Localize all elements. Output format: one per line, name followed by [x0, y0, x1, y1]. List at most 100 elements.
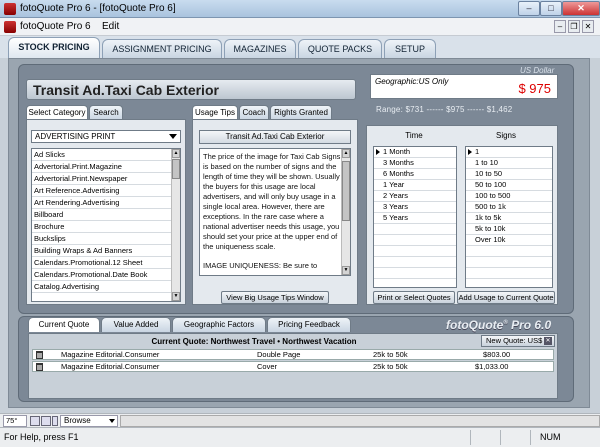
signs-option[interactable]: 10 to 50: [466, 169, 552, 180]
two-page-icon[interactable]: [41, 416, 51, 426]
tab-assignment-pricing[interactable]: ASSIGNMENT PRICING: [102, 39, 222, 58]
table-row[interactable]: Magazine Editorial.Consumer Double Page …: [32, 349, 554, 360]
time-option[interactable]: 5 Years: [374, 213, 456, 224]
trash-icon[interactable]: [36, 351, 43, 359]
table-row[interactable]: Magazine Editorial.Consumer Cover 25k to…: [32, 361, 554, 372]
horizontal-scrollbar[interactable]: [120, 415, 600, 427]
close-icon[interactable]: ✕: [544, 337, 552, 345]
list-item[interactable]: Catalog.Advertising: [32, 281, 172, 293]
signs-option[interactable]: 500 to 1k: [466, 202, 552, 213]
scroll-up-icon[interactable]: ▲: [342, 149, 350, 158]
current-quote-area: Current Quote: Northwest Travel • Northw…: [28, 333, 558, 399]
num-lock-indicator: NUM: [540, 432, 561, 442]
time-option[interactable]: 1 Month: [374, 147, 456, 158]
signs-list: 1 1 to 10 10 to 50 50 to 100 100 to 500 …: [465, 146, 553, 288]
range-separator: ------: [467, 105, 485, 114]
list-item[interactable]: Calendars.Promotional.12 Sheet: [32, 257, 172, 269]
geographic-label: Geographic:US Only: [375, 77, 449, 86]
tab-rights-granted[interactable]: Rights Granted: [270, 105, 332, 120]
scroll-thumb[interactable]: [342, 161, 350, 221]
list-item[interactable]: Building Wraps & Ad Banners: [32, 245, 172, 257]
scroll-up-icon[interactable]: ▲: [172, 149, 180, 158]
signs-option[interactable]: 1k to 5k: [466, 213, 552, 224]
tab-magazines[interactable]: MAGAZINES: [224, 39, 296, 58]
scroll-down-icon[interactable]: ▼: [342, 266, 350, 275]
category-scrollbar[interactable]: ▲ ▼: [171, 149, 180, 301]
list-item[interactable]: Buckslips: [32, 233, 172, 245]
empty-row: [374, 224, 456, 235]
signs-option[interactable]: 1 to 10: [466, 158, 552, 169]
quote-range: 25k to 50k: [373, 350, 408, 359]
scroll-thumb[interactable]: [172, 159, 180, 179]
tab-stock-pricing[interactable]: STOCK PRICING: [8, 37, 100, 58]
menu-edit[interactable]: Edit: [102, 21, 119, 32]
mdi-minimize-button[interactable]: –: [554, 20, 566, 33]
page-icon[interactable]: [30, 416, 40, 426]
list-item[interactable]: Art Reference.Advertising: [32, 185, 172, 197]
tab-quote-packs[interactable]: QUOTE PACKS: [298, 39, 382, 58]
list-item[interactable]: Art Rendering.Advertising: [32, 197, 172, 209]
quote-category: Magazine Editorial.Consumer: [61, 362, 160, 371]
list-item[interactable]: Ad Slicks: [32, 149, 172, 161]
signs-option[interactable]: Over 10k: [466, 235, 552, 246]
view-big-usage-tips-button[interactable]: View Big Usage Tips Window: [221, 291, 329, 304]
print-select-quotes-button[interactable]: Print or Select Quotes: [373, 291, 455, 304]
mdi-restore-button[interactable]: ❐: [568, 20, 580, 33]
tab-current-quote[interactable]: Current Quote: [28, 317, 100, 332]
mdi-close-button[interactable]: ✕: [582, 20, 594, 33]
scroll-down-icon[interactable]: ▼: [172, 292, 180, 301]
usage-tips-scrollbar[interactable]: ▲ ▼: [341, 149, 350, 275]
tab-setup[interactable]: SETUP: [384, 39, 436, 58]
add-usage-button[interactable]: Add Usage to Current Quote: [457, 291, 555, 304]
quote-category: Magazine Editorial.Consumer: [61, 350, 160, 359]
empty-row: [374, 268, 456, 279]
tab-pricing-feedback[interactable]: Pricing Feedback: [267, 317, 351, 332]
time-option[interactable]: 3 Months: [374, 158, 456, 169]
help-status: For Help, press F1: [4, 432, 79, 442]
list-item[interactable]: Brochure: [32, 221, 172, 233]
usage-tips-text: The price of the image for Taxi Cab Sign…: [203, 152, 341, 251]
list-item[interactable]: Calendars.Promotional.Date Book: [32, 269, 172, 281]
list-item[interactable]: Advertorial.Print.Newspaper: [32, 173, 172, 185]
trash-icon[interactable]: [36, 363, 43, 371]
zoom-select[interactable]: 75°: [3, 415, 27, 427]
signs-option[interactable]: 5k to 10k: [466, 224, 552, 235]
fit-icon[interactable]: [52, 416, 58, 426]
logo-version: Pro 6.0: [511, 318, 552, 332]
time-option[interactable]: 3 Years: [374, 202, 456, 213]
logo-registered: ®: [503, 320, 508, 326]
list-item[interactable]: Billboard: [32, 209, 172, 221]
time-header: Time: [405, 131, 423, 140]
category-dropdown[interactable]: ADVERTISING PRINT: [31, 130, 181, 143]
usage-tips-text-continued: IMAGE UNIQUENESS: Be sure to: [203, 261, 318, 270]
browse-select[interactable]: Browse: [60, 415, 118, 427]
tab-search[interactable]: Search: [89, 105, 123, 120]
document-icon[interactable]: [4, 21, 16, 33]
tab-select-category[interactable]: Select Category: [26, 105, 88, 120]
empty-row: [374, 235, 456, 246]
main-tab-strip: STOCK PRICING ASSIGNMENT PRICING MAGAZIN…: [0, 36, 600, 58]
tab-value-added[interactable]: Value Added: [101, 317, 171, 332]
range-high: $1,462: [486, 105, 513, 114]
tab-coach[interactable]: Coach: [239, 105, 269, 120]
minimize-button[interactable]: –: [518, 1, 540, 16]
range-mid: $975: [446, 105, 465, 114]
tab-geographic-factors[interactable]: Geographic Factors: [172, 317, 266, 332]
close-button[interactable]: ✕: [562, 1, 600, 16]
time-option[interactable]: 6 Months: [374, 169, 456, 180]
new-quote-label: New Quote: US$: [486, 336, 543, 345]
list-item[interactable]: Advertorial.Print.Magazine: [32, 161, 172, 173]
new-quote-button[interactable]: New Quote: US$ ✕: [481, 335, 555, 347]
status-divider: [470, 430, 471, 445]
maximize-button[interactable]: □: [540, 1, 562, 16]
tab-usage-tips[interactable]: Usage Tips: [192, 105, 238, 120]
empty-row: [466, 268, 552, 279]
signs-header: Signs: [495, 131, 516, 140]
signs-option[interactable]: 100 to 500: [466, 191, 552, 202]
quote-price: $1,033.00: [475, 362, 509, 371]
signs-option[interactable]: 1: [466, 147, 552, 158]
signs-option[interactable]: 50 to 100: [466, 180, 552, 191]
price-value: $ 975: [518, 81, 551, 96]
time-option[interactable]: 1 Year: [374, 180, 456, 191]
time-option[interactable]: 2 Years: [374, 191, 456, 202]
